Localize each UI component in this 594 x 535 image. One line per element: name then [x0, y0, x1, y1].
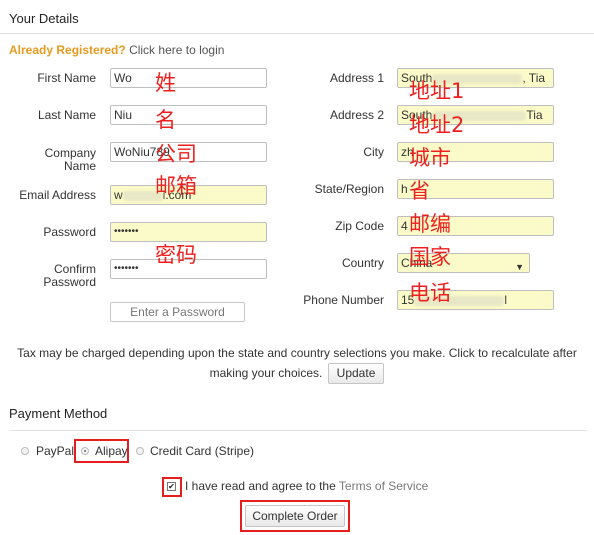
credit-card-radio[interactable] [136, 447, 144, 455]
country-label: Country [341, 256, 384, 270]
already-registered-text: Already Registered? [9, 43, 126, 57]
alipay-label[interactable]: Alipay [95, 444, 128, 458]
annotation-email: 邮箱 [155, 174, 197, 198]
annotation-country: 国家 [409, 245, 451, 269]
address2-value-end: Tia [526, 108, 543, 122]
update-button[interactable]: Update [327, 363, 385, 384]
phone-value-end: l [504, 293, 508, 307]
annotation-city: 城市 [409, 146, 451, 170]
tax-note-text: Tax may be charged depending upon the st… [17, 346, 577, 380]
annotation-address1: 地址1 [409, 79, 465, 103]
password-label: Password [43, 225, 96, 239]
terms-checkbox[interactable]: ✔ [167, 482, 176, 491]
state-label: State/Region [314, 182, 384, 196]
annotation-company: 公司 [155, 142, 197, 166]
company-name-label: Company Name [44, 146, 96, 173]
password-input[interactable]: ••••••• [110, 222, 267, 242]
terms-of-service-link[interactable]: Terms of Service [339, 479, 428, 493]
login-link[interactable]: Click here to login [129, 43, 224, 57]
paypal-label[interactable]: PayPal [36, 444, 74, 458]
address2-label: Address 2 [329, 108, 384, 122]
first-name-label: First Name [37, 71, 96, 85]
address1-value-end: , Tia [522, 71, 546, 85]
phone-label: Phone Number [303, 293, 384, 307]
header-divider [0, 33, 594, 34]
paypal-radio[interactable] [21, 447, 29, 455]
city-label: City [363, 145, 384, 159]
payment-divider [9, 430, 587, 431]
last-name-input[interactable]: Niu [110, 105, 267, 125]
chevron-down-icon: ▼ [515, 262, 524, 272]
complete-order-button[interactable]: Complete Order [245, 505, 345, 527]
terms-agree-text: I have read and agree to the [185, 479, 336, 493]
address1-label: Address 1 [329, 71, 384, 85]
annotation-address2: 地址2 [409, 113, 465, 137]
first-name-input[interactable]: Wo [110, 68, 267, 88]
payment-method-title: Payment Method [9, 406, 108, 421]
login-prompt: Already Registered? Click here to login [9, 43, 224, 57]
confirm-password-label: Confirm Password [43, 262, 96, 289]
annotation-zip: 邮编 [409, 212, 451, 236]
zip-label: Zip Code [335, 219, 384, 233]
alipay-radio[interactable] [81, 447, 89, 455]
last-name-label: Last Name [37, 108, 96, 122]
annotation-password: 密码 [155, 243, 197, 267]
tax-note: Tax may be charged depending upon the st… [6, 343, 588, 384]
terms-text: I have read and agree to the Terms of Se… [185, 479, 428, 493]
annotation-last-name: 名 [155, 108, 176, 132]
annotation-state: 省 [409, 179, 430, 203]
annotation-phone: 电话 [409, 281, 451, 305]
email-value-start: w [114, 188, 123, 202]
email-label: Email Address [19, 188, 96, 202]
password-strength-button[interactable]: Enter a Password [110, 302, 245, 322]
credit-card-label[interactable]: Credit Card (Stripe) [150, 444, 254, 458]
annotation-first-name: 姓 [155, 71, 176, 95]
section-title: Your Details [9, 11, 79, 26]
